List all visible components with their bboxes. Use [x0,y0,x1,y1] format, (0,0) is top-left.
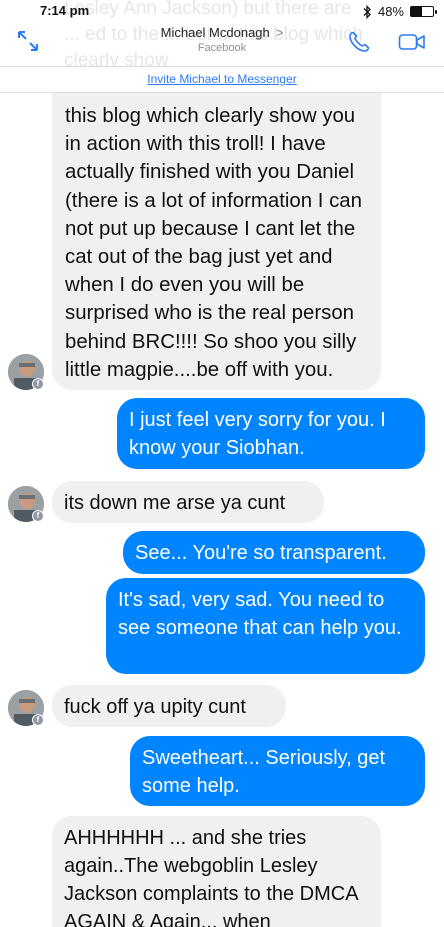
video-camera-icon[interactable] [398,32,426,52]
message-bubble-incoming[interactable]: its down me arse ya cunt [52,481,324,523]
phone-icon[interactable] [347,30,371,54]
battery-level [411,7,422,16]
facebook-badge-icon: f [32,378,44,390]
chevron-right-icon: > [275,25,284,40]
message-bubble-incoming[interactable]: this blog which clearly show you in acti… [52,88,381,390]
invite-link[interactable]: Invite Michael to Messenger [147,72,296,86]
message-text: its down me arse ya cunt [64,492,286,514]
battery-percent: 48% [377,4,404,19]
facebook-badge-icon: f [32,510,44,522]
invite-banner: Invite Michael to Messenger [0,66,444,93]
conversation-header: 7:14 pm 48% Michael Mcdonagh > Facebook [0,0,444,66]
message-text: I just feel very sorry for you. I know y… [129,409,386,459]
message-bubble-outgoing[interactable]: I just feel very sorry for you. I know y… [117,398,425,469]
message-text: fuck off ya upity cunt [64,696,246,718]
message-text: It's sad, very sad. You need to see some… [118,589,402,639]
contact-subtitle: Facebook [197,42,247,54]
contact-name-row[interactable]: Michael Mcdonagh > [0,25,444,40]
message-bubble-incoming[interactable]: AHHHHHH ... and she tries again..The web… [52,816,381,927]
status-bar: 7:14 pm 48% [0,0,444,22]
status-time: 7:14 pm [40,3,90,18]
contact-name: Michael Mcdonagh [160,25,270,40]
message-text: See... You're so transparent. [135,542,387,564]
message-text: Sweetheart... Seriously, get some help. [142,747,386,797]
facebook-badge-icon: f [32,714,44,726]
status-right: 48% [362,4,437,19]
message-text: this blog which clearly show you in acti… [65,104,362,381]
message-bubble-outgoing[interactable]: It's sad, very sad. You need to see some… [106,578,425,674]
message-bubble-outgoing[interactable]: Sweetheart... Seriously, get some help. [130,736,425,806]
message-bubble-incoming[interactable]: fuck off ya upity cunt [52,685,286,727]
message-bubble-outgoing[interactable]: See... You're so transparent. [123,531,425,574]
battery-icon [410,6,437,17]
bluetooth-icon [363,4,371,19]
message-text: AHHHHHH ... and she tries again..The web… [64,827,358,927]
